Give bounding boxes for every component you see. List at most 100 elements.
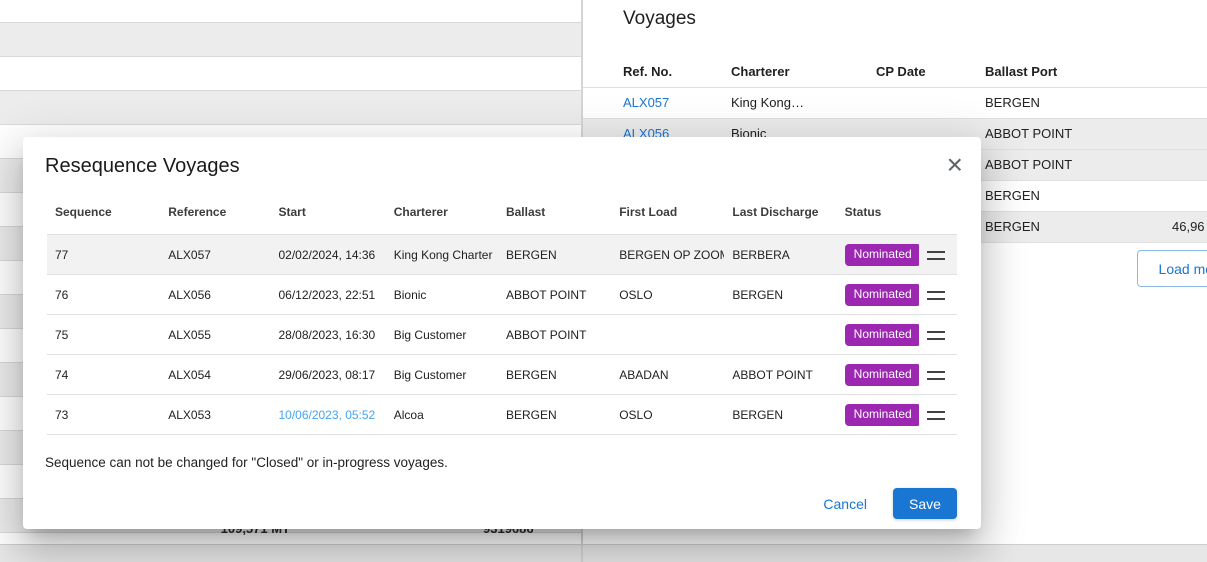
cell-ballast-port: ABBOT POINT (985, 118, 1155, 149)
cell-ballast: BERGEN (498, 235, 611, 275)
voyages-header-row: Ref. No. Charterer CP Date Ballast Port (583, 56, 1207, 87)
cell-drag (919, 355, 957, 395)
cell-ballast: BERGEN (498, 355, 611, 395)
cell-sequence: 75 (47, 315, 160, 355)
cell-cp-date (876, 87, 985, 118)
dialog-actions: Cancel Save (823, 488, 957, 519)
column-header-start: Start (270, 190, 385, 235)
cell-start: 10/06/2023, 05:52 (270, 395, 385, 435)
cell-ballast-port: ABBOT POINT (985, 149, 1155, 180)
column-header-sequence: Sequence (47, 190, 160, 235)
resequence-table: Sequence Reference Start Charterer Balla… (47, 190, 957, 435)
cell-ballast: BERGEN (498, 395, 611, 435)
column-header-last-discharge: Last Discharge (724, 190, 836, 235)
cell-reference: ALX056 (160, 275, 270, 315)
cell-ballast: ABBOT POINT (498, 315, 611, 355)
cell-sequence: 74 (47, 355, 160, 395)
cell-charterer: King Kong… (731, 87, 876, 118)
start-date-link[interactable]: 10/06/2023, 05:52 (278, 408, 375, 422)
table-row: 77 ALX057 02/02/2024, 14:36 King Kong Ch… (47, 235, 957, 275)
cell-first-load (611, 315, 724, 355)
dialog-header: Resequence Voyages × (23, 137, 981, 184)
cell-charterer: King Kong Charter (386, 235, 498, 275)
resequence-voyages-dialog: Resequence Voyages × Sequence Reference … (23, 137, 981, 529)
note-text: Sequence can not be changed for "Closed"… (45, 455, 957, 470)
cell-drag (919, 395, 957, 435)
cell-ref: ALX057 (583, 87, 731, 118)
table-row: 76 ALX056 06/12/2023, 22:51 Bionic ABBOT… (47, 275, 957, 315)
cell-start: 28/08/2023, 16:30 (270, 315, 385, 355)
cell-quantity (1155, 180, 1207, 211)
status-badge: Nominated (845, 244, 919, 266)
cell-last-discharge: BERGEN (724, 395, 836, 435)
column-header-cp-date: CP Date (876, 56, 985, 87)
column-header-drag (919, 190, 957, 235)
status-badge: Nominated (845, 324, 919, 346)
table-row: 74 ALX054 29/06/2023, 08:17 Big Customer… (47, 355, 957, 395)
drag-handle-icon[interactable] (927, 411, 945, 420)
drag-handle-icon[interactable] (927, 291, 945, 300)
cell-charterer: Alcoa (386, 395, 498, 435)
column-header-charterer: Charterer (386, 190, 498, 235)
cell-ballast-port: BERGEN (985, 180, 1155, 211)
column-header-ballast: Ballast (498, 190, 611, 235)
cell-first-load: BERGEN OP ZOOM (611, 235, 724, 275)
cell-status: Nominated (837, 235, 919, 275)
cell-reference: ALX053 (160, 395, 270, 435)
resequence-header-row: Sequence Reference Start Charterer Balla… (47, 190, 957, 235)
table-row: 75 ALX055 28/08/2023, 16:30 Big Customer… (47, 315, 957, 355)
save-button[interactable]: Save (893, 488, 957, 519)
cell-charterer: Big Customer (386, 355, 498, 395)
cell-start: 02/02/2024, 14:36 (270, 235, 385, 275)
cell-drag (919, 315, 957, 355)
cell-quantity (1155, 118, 1207, 149)
drag-handle-icon[interactable] (927, 331, 945, 340)
cell-sequence: 76 (47, 275, 160, 315)
cell-start: 06/12/2023, 22:51 (270, 275, 385, 315)
cell-quantity (1155, 87, 1207, 118)
cell-last-discharge: ABBOT POINT (724, 355, 836, 395)
cell-drag (919, 275, 957, 315)
cell-quantity: 46,96 (1155, 211, 1207, 242)
cell-quantity (1155, 149, 1207, 180)
column-header-blank (1155, 56, 1207, 87)
load-more-button[interactable]: Load more (1137, 250, 1207, 287)
cell-reference: ALX057 (160, 235, 270, 275)
drag-handle-icon[interactable] (927, 251, 945, 260)
column-header-status: Status (837, 190, 919, 235)
table-row: ALX057 King Kong… BERGEN (583, 87, 1207, 118)
cell-status: Nominated (837, 315, 919, 355)
close-icon[interactable]: × (943, 147, 967, 183)
cell-status: Nominated (837, 355, 919, 395)
voyage-ref-link[interactable]: ALX057 (623, 95, 669, 110)
column-header-ballast-port: Ballast Port (985, 56, 1155, 87)
cell-reference: ALX055 (160, 315, 270, 355)
cell-first-load: OSLO (611, 275, 724, 315)
column-header-reference: Reference (160, 190, 270, 235)
column-header-first-load: First Load (611, 190, 724, 235)
cell-last-discharge: BERBERA (724, 235, 836, 275)
cell-first-load: OSLO (611, 395, 724, 435)
cell-charterer: Big Customer (386, 315, 498, 355)
cell-reference: ALX054 (160, 355, 270, 395)
cell-status: Nominated (837, 395, 919, 435)
cell-ballast: ABBOT POINT (498, 275, 611, 315)
cell-start: 29/06/2023, 08:17 (270, 355, 385, 395)
cell-first-load: ABADAN (611, 355, 724, 395)
voyages-panel-title: Voyages (623, 8, 1207, 30)
cell-drag (919, 235, 957, 275)
cancel-button[interactable]: Cancel (823, 496, 867, 512)
status-badge: Nominated (845, 404, 919, 426)
cell-last-discharge (724, 315, 836, 355)
drag-handle-icon[interactable] (927, 371, 945, 380)
status-badge: Nominated (845, 284, 919, 306)
cell-sequence: 77 (47, 235, 160, 275)
cell-ballast-port: BERGEN (985, 211, 1155, 242)
cell-charterer: Bionic (386, 275, 498, 315)
bottom-status-band (0, 544, 1207, 562)
column-header-charterer: Charterer (731, 56, 876, 87)
cell-last-discharge: BERGEN (724, 275, 836, 315)
column-header-ref-no: Ref. No. (583, 56, 731, 87)
table-row: 73 ALX053 10/06/2023, 05:52 Alcoa BERGEN… (47, 395, 957, 435)
dialog-title: Resequence Voyages (45, 155, 957, 178)
